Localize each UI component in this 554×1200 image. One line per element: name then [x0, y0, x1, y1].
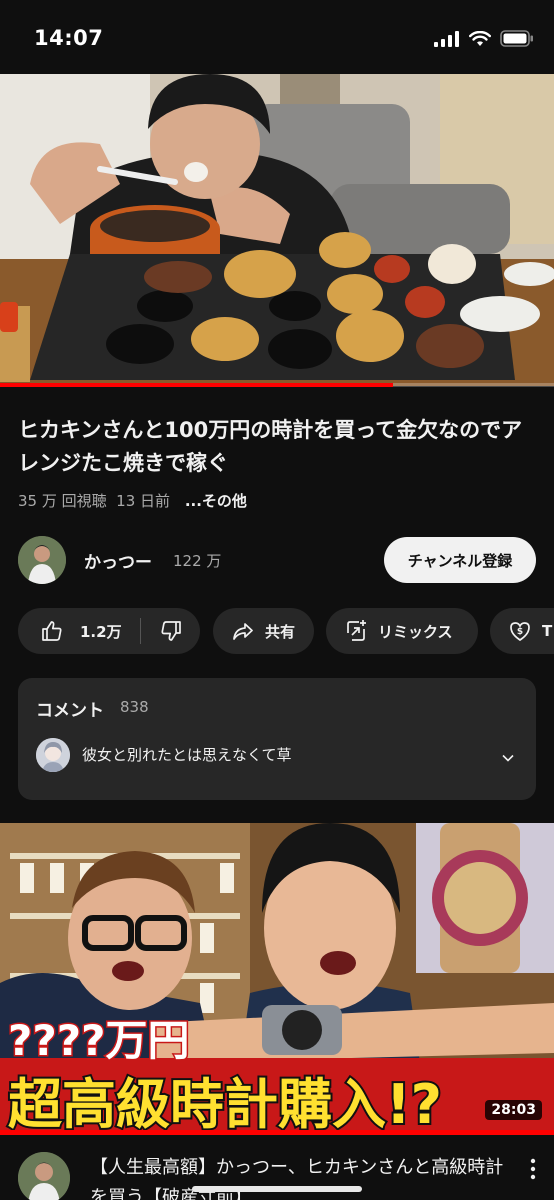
status-icons — [434, 30, 534, 47]
thumbnail-text-bottom: 超高級時計購入!? — [8, 1073, 442, 1133]
dislike-button[interactable] — [141, 608, 183, 654]
thumbs-down-icon — [161, 621, 181, 641]
share-button[interactable]: 共有 — [213, 608, 314, 654]
action-bar: 1.2万 共有 リミックス $ T — [18, 608, 554, 654]
remix-label: リミックス — [378, 622, 453, 641]
commenter-avatar-image — [36, 738, 70, 772]
like-count: 1.2万 — [80, 622, 122, 641]
next-video-channel-avatar[interactable] — [18, 1152, 70, 1200]
more-vertical-icon[interactable] — [530, 1158, 536, 1180]
playback-progress[interactable] — [0, 383, 554, 387]
commenter-avatar — [36, 738, 70, 772]
status-bar: 14:07 — [0, 0, 554, 74]
thanks-button[interactable]: $ T — [490, 608, 554, 654]
next-avatar-image — [18, 1152, 70, 1200]
playback-progress-fill — [0, 383, 394, 387]
top-comment-text: 彼女と別れたとは思えなくて草 — [82, 746, 292, 764]
thanks-icon: $ — [510, 622, 530, 642]
comments-title: コメント — [36, 701, 104, 721]
share-label: 共有 — [265, 622, 296, 641]
video-title[interactable]: ヒカキンさんと100万円の時計を買って金欠なのでアレンジたこ焼きで稼ぐ — [18, 414, 538, 480]
next-video-watched-bar — [0, 1130, 554, 1135]
home-indicator[interactable] — [192, 1186, 362, 1192]
signal-icon — [434, 30, 459, 47]
comments-panel[interactable]: コメント 838 彼女と別れたとは思えなくて草 — [18, 678, 536, 800]
video-duration-badge: 28:03 — [485, 1100, 542, 1120]
subscriber-count: 122 万 — [173, 552, 222, 570]
comments-count: 838 — [120, 698, 149, 716]
next-video-title[interactable]: 【人生最高額】かっつー、ヒカキンさんと高級時計を買う【破産寸前】 — [90, 1153, 510, 1200]
remix-button[interactable]: リミックス — [326, 608, 478, 654]
video-meta[interactable]: 35 万 回視聴 13 日前 ...その他 — [18, 490, 247, 511]
remix-icon — [347, 620, 366, 641]
upload-age: 13 日前 — [116, 492, 171, 510]
view-count: 35 万 回視聴 — [18, 492, 107, 510]
wifi-icon — [469, 30, 491, 46]
svg-text:$: $ — [517, 627, 523, 637]
like-dislike-chip: 1.2万 — [18, 608, 200, 654]
more-link[interactable]: ...その他 — [185, 492, 247, 510]
channel-avatar[interactable] — [18, 536, 66, 584]
thanks-label: T — [542, 622, 553, 640]
avatar-image — [18, 536, 66, 584]
thumbnail-image: ????万円 超高級時計購入!? — [0, 823, 554, 1133]
like-button[interactable]: 1.2万 — [18, 608, 122, 654]
status-time: 14:07 — [34, 26, 104, 50]
video-frame — [0, 74, 554, 386]
chevron-down-icon[interactable] — [500, 750, 516, 766]
share-icon — [233, 623, 253, 640]
channel-name[interactable]: かっつー — [84, 548, 152, 573]
channel-row: かっつー 122 万 チャンネル登録 — [0, 534, 554, 586]
thumbnail-text-top: ????万円 — [8, 1016, 189, 1065]
thumbs-up-icon — [42, 621, 62, 641]
subscribe-button[interactable]: チャンネル登録 — [384, 537, 536, 583]
video-player[interactable] — [0, 74, 554, 386]
battery-icon — [500, 30, 533, 47]
next-video-thumbnail[interactable]: ????万円 超高級時計購入!? — [0, 823, 554, 1133]
